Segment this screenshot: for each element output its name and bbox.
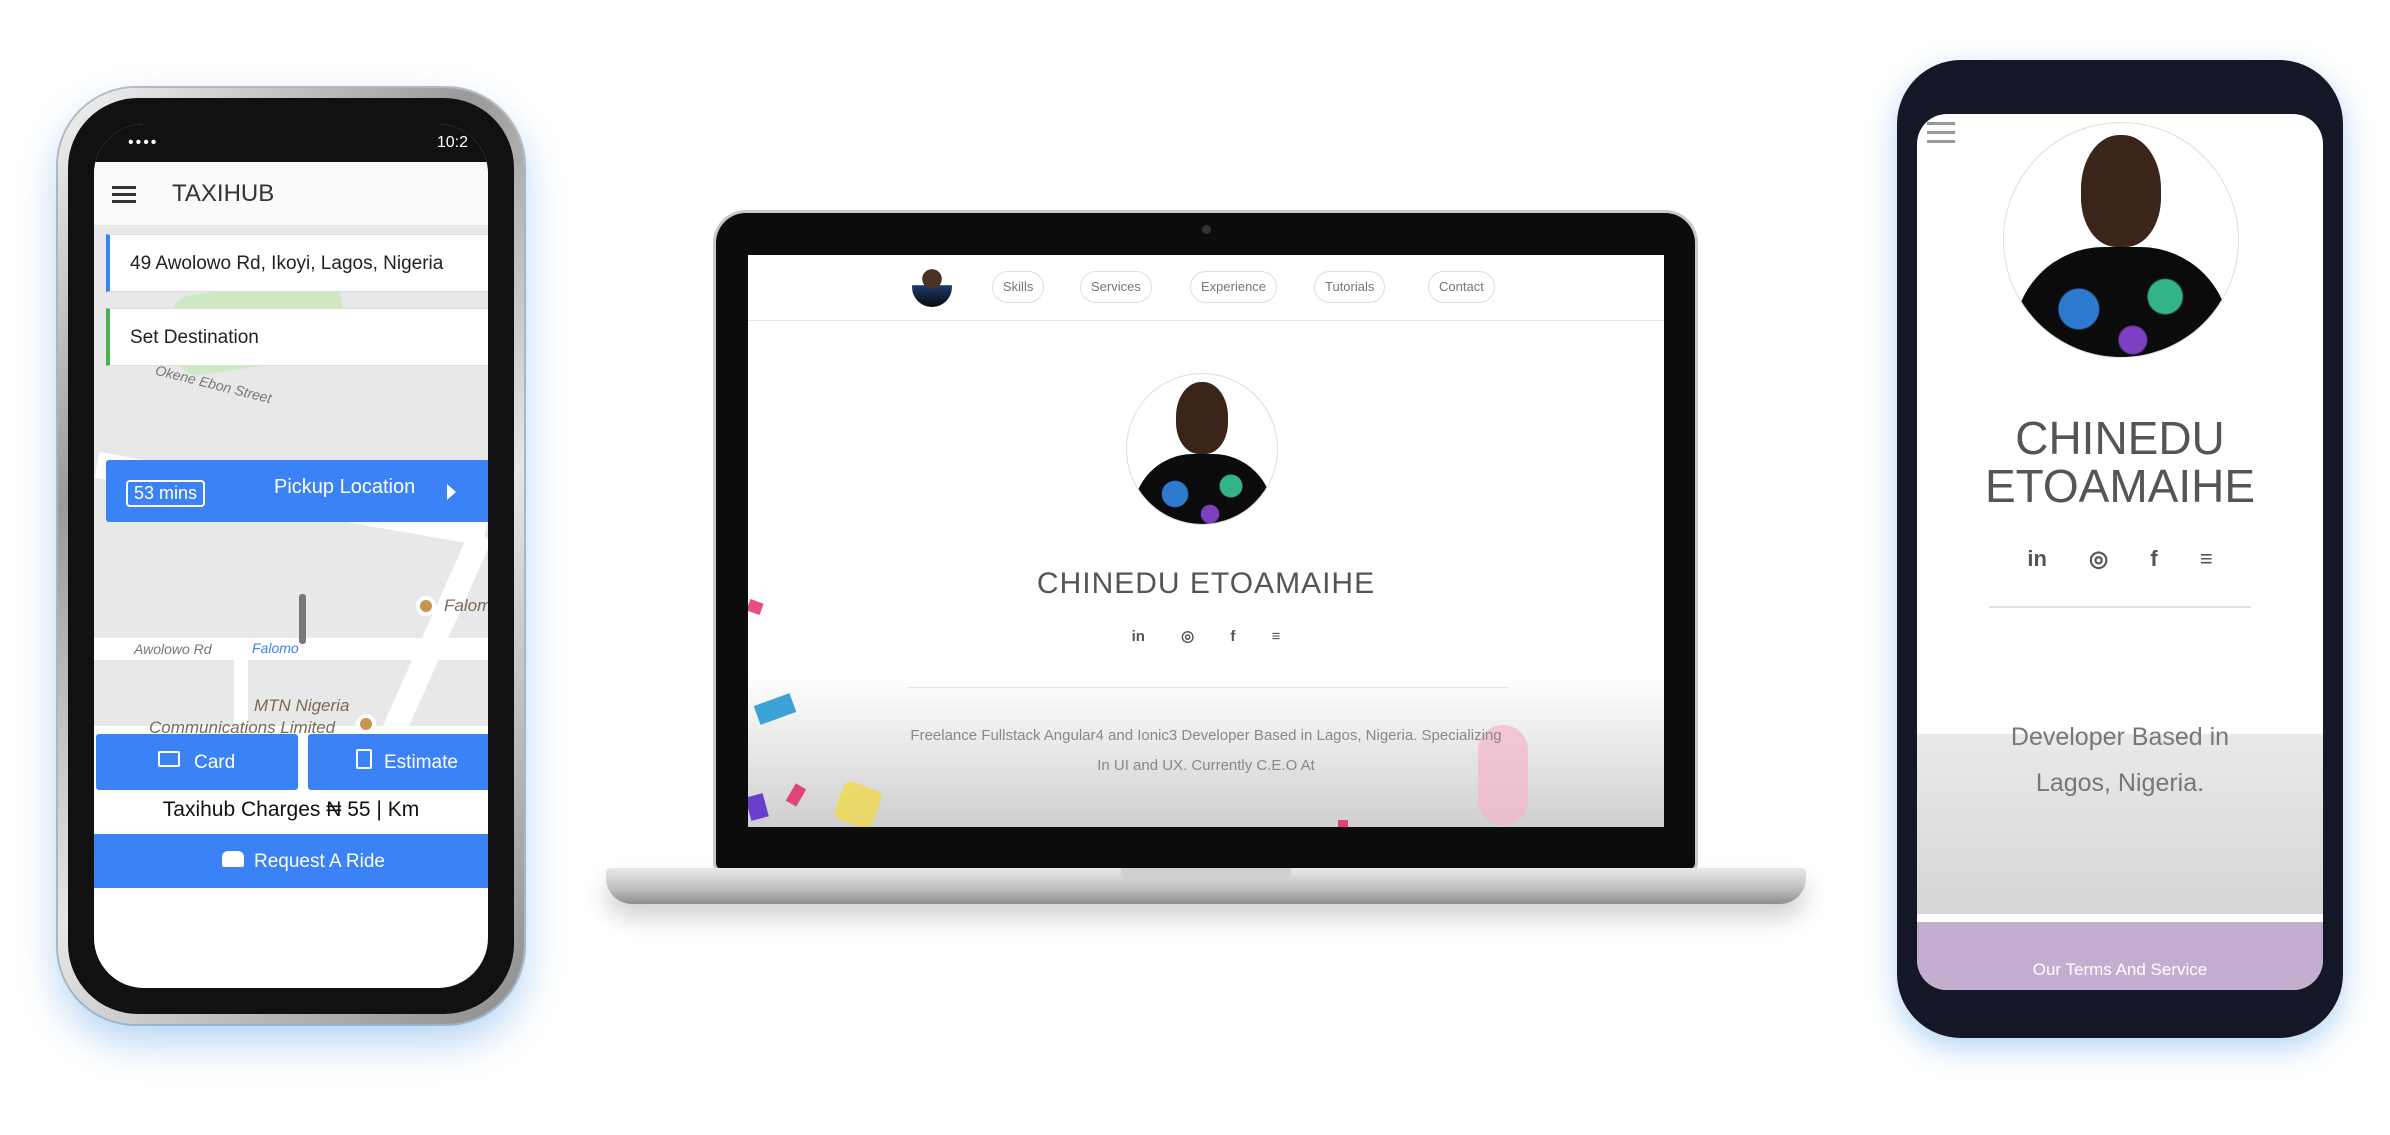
bio-text: Developer Based in Lagos, Nigeria. bbox=[1917, 714, 2323, 806]
profile-avatar bbox=[2003, 122, 2239, 358]
bio-line: Freelance Fullstack Angular4 and Ionic3 … bbox=[910, 727, 1502, 744]
portfolio-mobile-screen: CHINEDU ETOAMAIHE in ◎ f ≡ Developer Bas… bbox=[1917, 114, 2323, 990]
stackoverflow-icon[interactable]: ≡ bbox=[2200, 546, 2213, 572]
destination-field[interactable]: Set Destination bbox=[106, 308, 488, 366]
app-title: TAXIHUB bbox=[172, 180, 275, 207]
nav-skills[interactable]: Skills bbox=[992, 271, 1045, 303]
divider bbox=[908, 687, 1508, 688]
phone-notch bbox=[176, 124, 406, 162]
pickup-location-label: Pickup Location bbox=[274, 476, 416, 498]
iphone-bezel: •••• 10:2 TAXIHUB Okene Ebon Street Awol… bbox=[68, 98, 514, 1014]
github-icon[interactable]: ◎ bbox=[1181, 627, 1194, 645]
social-links: in ◎ f ≡ bbox=[1917, 546, 2323, 572]
signal-indicator: •••• bbox=[128, 134, 159, 151]
nav-avatar[interactable] bbox=[912, 267, 952, 307]
app-bar: TAXIHUB bbox=[94, 162, 488, 226]
calculator-icon bbox=[356, 749, 372, 769]
map-poi-label: Falom bbox=[444, 596, 488, 615]
confetti-decoration bbox=[748, 598, 764, 616]
avatar-shirt bbox=[2014, 247, 2230, 357]
laptop-camera bbox=[1201, 225, 1211, 234]
avatar-shirt bbox=[1133, 454, 1273, 524]
charges-text: Taxihub Charges ₦ 55 | Km bbox=[162, 798, 420, 821]
map-road bbox=[380, 530, 488, 742]
credit-card-icon bbox=[158, 751, 180, 767]
profile-name-line: CHINEDU bbox=[2015, 412, 2225, 464]
card-button[interactable]: Card bbox=[96, 734, 298, 790]
taxihub-screen: •••• 10:2 TAXIHUB Okene Ebon Street Awol… bbox=[94, 124, 488, 988]
laptop-mockup: Skills Services Experience Tutorials Con… bbox=[716, 213, 1695, 869]
pickup-address-field[interactable]: 49 Awolowo Rd, Ikoyi, Lagos, Nigeria bbox=[106, 234, 488, 292]
eta-badge: 53 mins bbox=[126, 480, 206, 507]
social-links: in ◎ f ≡ bbox=[748, 627, 1664, 645]
divider bbox=[1989, 606, 2251, 608]
map-pin-icon bbox=[299, 594, 306, 644]
map-place-label: Falomo bbox=[252, 640, 299, 656]
profile-name: CHINEDU ETOAMAIHE bbox=[1036, 567, 1376, 600]
estimate-button[interactable]: Estimate bbox=[308, 734, 488, 790]
map-poi-icon bbox=[356, 714, 376, 734]
facebook-icon[interactable]: f bbox=[2150, 546, 2157, 572]
android-mockup: CHINEDU ETOAMAIHE in ◎ f ≡ Developer Bas… bbox=[1897, 60, 2343, 1038]
bio-line: In UI and UX. Currently C.E.O At bbox=[1097, 757, 1315, 774]
payment-buttons: Card Estimate bbox=[94, 734, 488, 790]
profile-avatar bbox=[1126, 373, 1278, 525]
linkedin-icon[interactable]: in bbox=[1132, 628, 1145, 645]
laptop-hinge-notch bbox=[1121, 868, 1291, 882]
site-navbar: Skills Services Experience Tutorials Con… bbox=[748, 255, 1664, 321]
map-poi-icon bbox=[416, 596, 436, 616]
linkedin-icon[interactable]: in bbox=[2027, 546, 2047, 572]
bio-text: Freelance Fullstack Angular4 and Ionic3 … bbox=[888, 721, 1524, 781]
nav-experience[interactable]: Experience bbox=[1190, 271, 1278, 303]
request-ride-label: Request A Ride bbox=[254, 851, 385, 872]
card-button-label: Card bbox=[194, 752, 236, 773]
iphone-mockup: •••• 10:2 TAXIHUB Okene Ebon Street Awol… bbox=[58, 88, 524, 1024]
hamburger-menu-icon[interactable] bbox=[112, 186, 136, 203]
car-icon bbox=[222, 851, 244, 867]
pickup-location-button[interactable]: 53 mins Pickup Location bbox=[106, 460, 488, 522]
profile-name: CHINEDU ETOAMAIHE bbox=[1917, 414, 2323, 510]
bio-line: Developer Based in bbox=[2010, 723, 2230, 751]
confetti-decoration bbox=[1338, 820, 1348, 827]
chevron-right-icon bbox=[447, 484, 456, 500]
estimate-button-label: Estimate bbox=[384, 752, 458, 773]
nav-contact[interactable]: Contact bbox=[1428, 271, 1495, 303]
stackoverflow-icon[interactable]: ≡ bbox=[1272, 628, 1281, 645]
portfolio-desktop-screen: Skills Services Experience Tutorials Con… bbox=[748, 255, 1664, 827]
github-icon[interactable]: ◎ bbox=[2089, 546, 2108, 572]
bio-line: Lagos, Nigeria. bbox=[2035, 769, 2205, 797]
avatar-face bbox=[1176, 382, 1228, 454]
android-sensors bbox=[2017, 88, 2217, 102]
nav-services[interactable]: Services bbox=[1080, 271, 1152, 303]
hamburger-menu-icon[interactable] bbox=[1927, 122, 1955, 144]
nav-tutorials[interactable]: Tutorials bbox=[1314, 271, 1386, 303]
profile-name-line: ETOAMAIHE bbox=[1984, 460, 2256, 512]
laptop-base bbox=[606, 868, 1806, 904]
avatar-face bbox=[2081, 135, 2161, 247]
status-time: 10:2 bbox=[436, 134, 468, 151]
request-ride-button[interactable]: Request A Ride bbox=[94, 834, 488, 888]
map-poi-label: MTN Nigeria bbox=[254, 696, 350, 715]
map-street-label: Awolowo Rd bbox=[134, 641, 212, 657]
facebook-icon[interactable]: f bbox=[1230, 628, 1235, 645]
terms-link[interactable]: Our Terms And Service bbox=[1917, 960, 2323, 980]
